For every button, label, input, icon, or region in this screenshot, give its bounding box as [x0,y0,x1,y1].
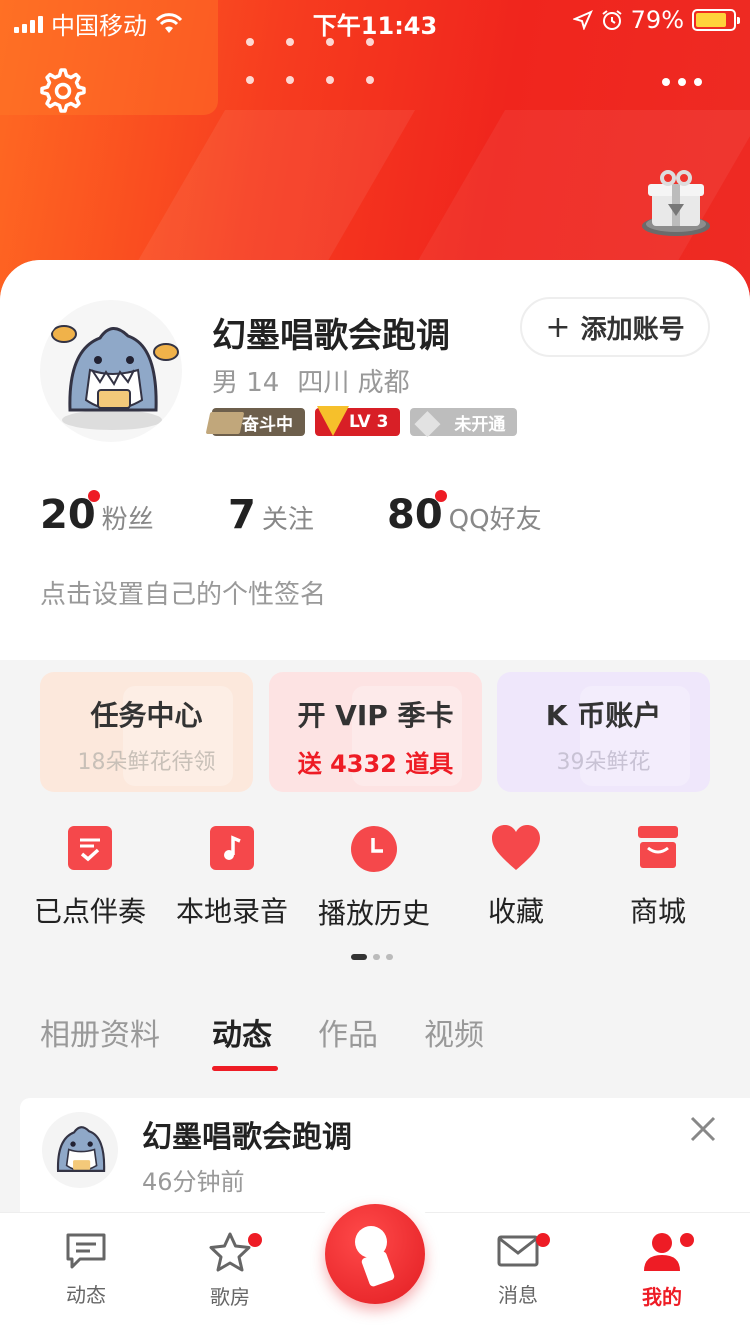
battery-icon [692,9,740,31]
nav-song-room[interactable]: 歌房 [170,1231,290,1310]
quick-action-label: 收藏 [487,895,544,928]
stat-qq-friends[interactable]: 80 QQ好友 [387,490,542,538]
stat-following[interactable]: 7 关注 [228,492,314,538]
level-badge[interactable]: LV 3 [315,406,401,436]
quick-action-favorites[interactable]: 收藏 [446,822,586,930]
store-icon [638,826,678,868]
quick-action-label: 商城 [629,895,686,928]
gender-age: 男 14 [212,368,280,398]
alarm-icon [602,10,622,30]
quick-action-local-recordings[interactable]: 本地录音 [162,822,302,930]
profile-tabs: 相册资料 动态 作品 视频 [40,1010,710,1080]
vip-card[interactable]: 开 VIP 季卡 送 4332 道具 [269,672,482,792]
nav-moments[interactable]: 动态 [26,1231,146,1308]
signature-placeholder[interactable]: 点击设置自己的个性签名 [40,574,326,611]
close-icon[interactable] [688,1114,718,1144]
quick-action-store[interactable]: 商城 [588,822,728,930]
nav-messages[interactable]: 消息 [458,1231,578,1308]
vip-diamond-badge[interactable]: 未开通 [410,402,518,442]
notification-dot [435,490,447,502]
feed-timestamp: 46分钟前 [142,1168,245,1196]
chat-icon [66,1233,106,1269]
badge-row: 奋斗中 LV 3 未开通 [212,402,518,442]
clock-icon [351,826,397,872]
stats-row: 20 粉丝 7 关注 80 QQ好友 [40,490,720,552]
battery-percent: 79% [630,6,684,34]
promo-title: 任务中心 [90,699,203,732]
shark-avatar-icon [56,1126,106,1172]
tab-works[interactable]: 作品 [318,1010,378,1054]
stat-label: 关注 [261,505,314,535]
music-note-icon [210,826,254,870]
settings-gear-icon[interactable] [40,68,86,114]
page-indicator [351,954,393,960]
stat-label: 粉丝 [101,505,154,535]
quick-action-requested[interactable]: 已点伴奏 [20,822,160,930]
task-center-card[interactable]: 任务中心 18朵鲜花待领 [40,672,253,792]
stat-value: 20 [40,492,96,538]
shark-avatar-icon [51,325,179,430]
notification-dot [680,1233,694,1247]
promo-subtitle: 18朵鲜花待领 [77,750,216,775]
record-button-circle [325,1204,425,1304]
promo-subtitle: 送 4332 道具 [297,750,454,778]
gift-box-icon[interactable] [640,168,712,240]
microphone-icon [355,1226,395,1287]
more-options-icon[interactable] [662,78,702,86]
avatar[interactable] [40,300,182,442]
record-button[interactable] [310,1189,440,1319]
promo-cards: 任务中心 18朵鲜花待领 开 VIP 季卡 送 4332 道具 K 币账户 39… [40,672,710,792]
nav-label: 消息 [498,1283,538,1307]
star-icon [209,1232,251,1272]
promo-subtitle: 39朵鲜花 [556,750,651,775]
profile-card: 幻墨唱歌会跑调 男 14 四川 成都 奋斗中 LV 3 未开通 + 添加账号 20… [0,260,750,1334]
location-arrow-icon [572,10,593,30]
nav-label: 我的 [642,1285,682,1309]
nav-label: 动态 [66,1283,106,1307]
feed-author-name[interactable]: 幻墨唱歌会跑调 [142,1112,352,1156]
quick-action-label: 本地录音 [175,895,288,928]
quick-action-history[interactable]: 播放历史 [304,822,444,932]
stat-label: QQ好友 [448,505,542,535]
promo-title: 开 VIP 季卡 [297,699,454,732]
notification-dot [536,1233,550,1247]
heart-icon [492,825,540,870]
notification-dot [88,490,100,502]
tab-moments[interactable]: 动态 [212,1010,272,1054]
bottom-navigation: 动态 歌房 消息 我的 [0,1189,750,1334]
k-coin-account-card[interactable]: K 币账户 39朵鲜花 [497,672,710,792]
quick-actions: 已点伴奏 本地录音 播放历史 收藏 商城 [20,822,730,932]
active-tab-indicator [212,1066,278,1071]
stat-fans[interactable]: 20 粉丝 [40,490,154,538]
profile-username: 幻墨唱歌会跑调 [212,316,450,356]
profile-subinfo: 男 14 四川 成都 [212,362,410,399]
add-account-button[interactable]: + 添加账号 [520,297,710,357]
quick-action-label: 已点伴奏 [33,895,146,928]
tab-album-profile[interactable]: 相册资料 [40,1010,160,1054]
checklist-icon [68,826,112,870]
person-icon [644,1233,680,1271]
tab-videos[interactable]: 视频 [424,1010,484,1054]
add-account-label: 添加账号 [580,314,685,345]
stat-value: 80 [387,492,443,538]
status-bar: 中国移动 下午11:43 79% [0,0,750,40]
stat-value: 7 [228,492,256,538]
promo-title: K 币账户 [545,699,662,732]
notification-dot [248,1233,262,1247]
nav-label: 歌房 [210,1285,250,1309]
location: 四川 成都 [297,368,410,398]
nav-me[interactable]: 我的 [602,1231,722,1310]
rank-badge[interactable]: 奋斗中 [212,408,305,436]
avatar[interactable] [42,1112,118,1188]
plus-icon: + [545,309,571,345]
mail-icon [497,1235,539,1267]
quick-action-label: 播放历史 [317,897,430,930]
